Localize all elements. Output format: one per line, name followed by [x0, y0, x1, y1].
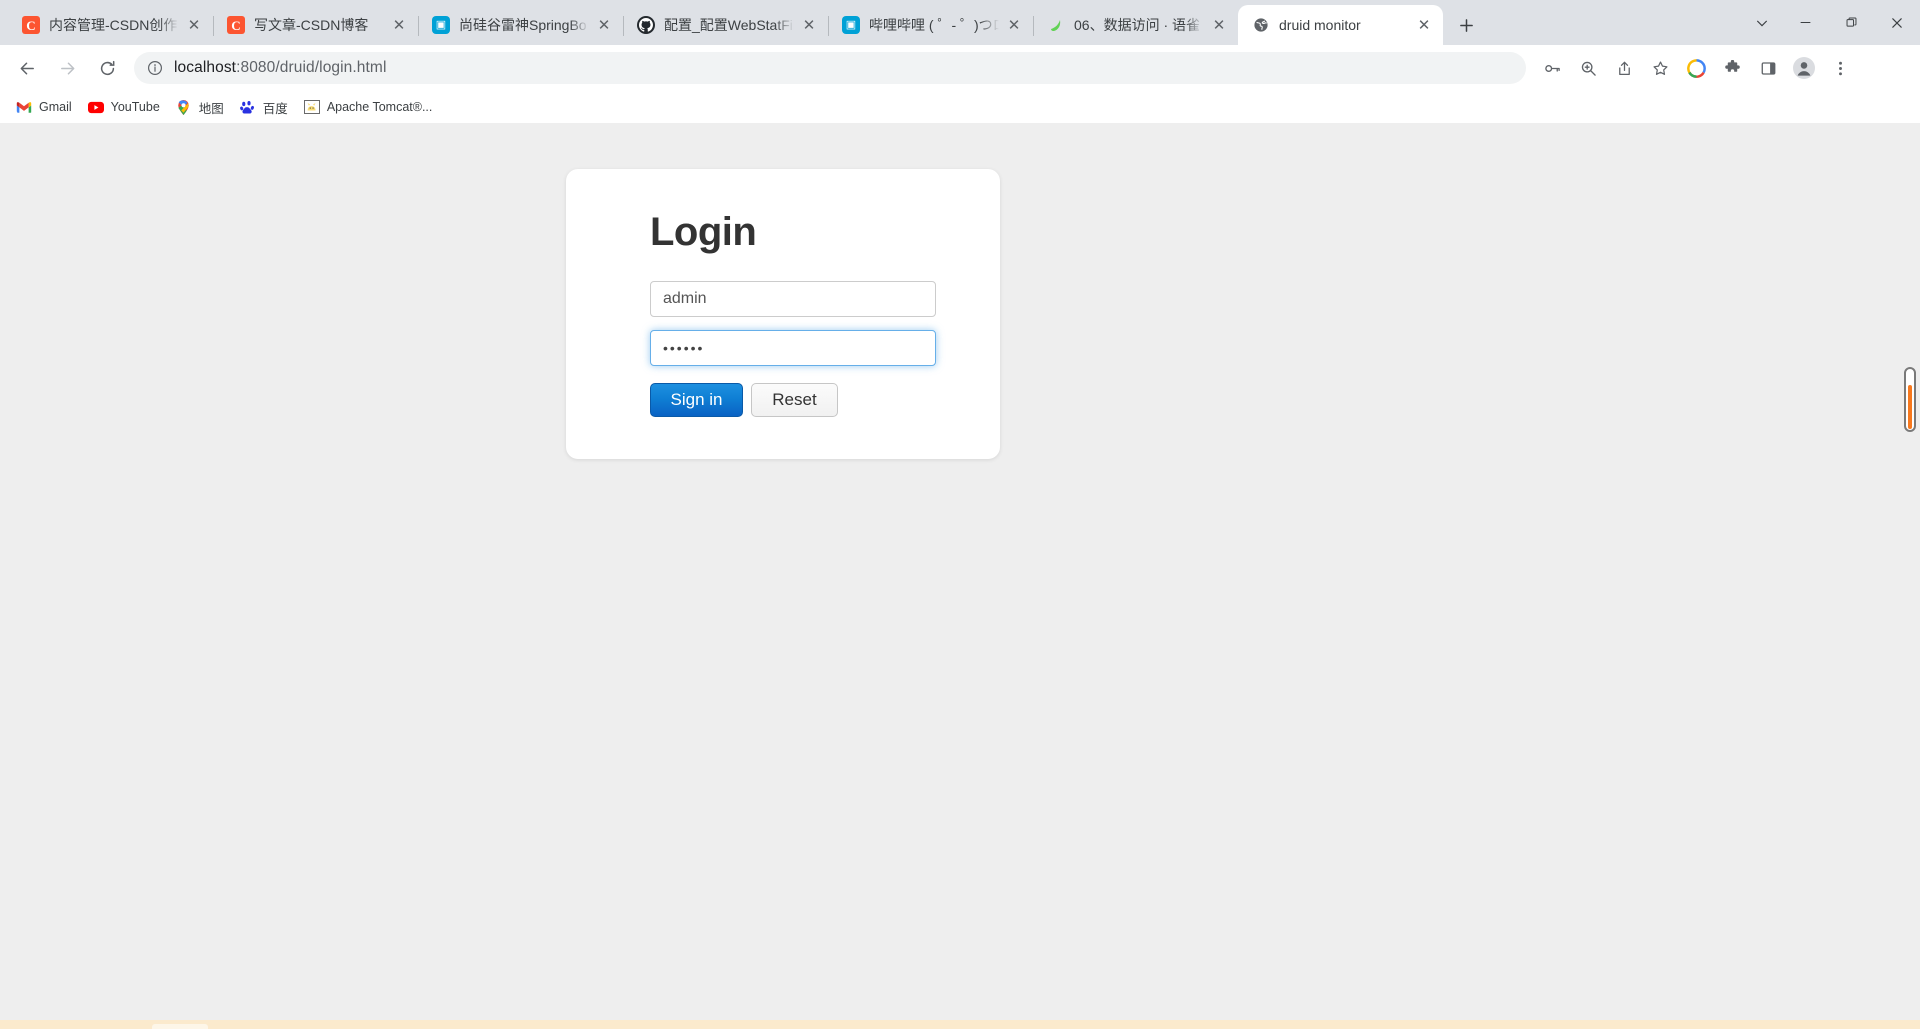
browser-tab-6-active[interactable]: druid monitor ✕ [1238, 5, 1443, 45]
zoom-icon[interactable] [1572, 52, 1604, 84]
bookmark-maps[interactable]: 地图 [168, 94, 232, 120]
browser-tab-0[interactable]: C 内容管理-CSDN创作 ✕ [8, 5, 214, 45]
bookmark-gmail[interactable]: Gmail [8, 94, 80, 120]
close-icon[interactable]: ✕ [798, 14, 820, 36]
window-controls [1742, 0, 1920, 45]
maximize-restore-icon[interactable] [1828, 0, 1874, 45]
tab-title: 内容管理-CSDN创作 [49, 17, 178, 33]
chevron-down-icon[interactable] [1742, 0, 1782, 45]
toolbar-icons [1534, 52, 1858, 84]
close-icon[interactable]: ✕ [388, 14, 410, 36]
url-host: localhost [174, 59, 237, 76]
page-scrollbar[interactable] [1904, 367, 1916, 432]
scrollbar-thumb[interactable] [1908, 385, 1912, 429]
star-icon[interactable] [1644, 52, 1676, 84]
reload-icon[interactable] [90, 51, 124, 85]
bookmark-label: 地图 [198, 101, 224, 116]
reset-button[interactable]: Reset [751, 383, 838, 417]
page-title: Login [650, 210, 757, 254]
tab-title: druid monitor [1279, 17, 1361, 33]
browser-window: C 内容管理-CSDN创作 ✕ C 写文章-CSDN博客 ✕ ▣ 尚硅谷雷神Sp… [0, 0, 1920, 1029]
close-icon[interactable]: ✕ [1208, 14, 1230, 36]
extensions-puzzle-icon[interactable] [1716, 52, 1748, 84]
browser-tab-2[interactable]: ▣ 尚硅谷雷神SpringBo ✕ [418, 5, 624, 45]
bottom-status-strip [0, 1020, 1920, 1029]
sign-in-button[interactable]: Sign in [650, 383, 743, 417]
csdn-icon: C [22, 16, 40, 34]
url-path: :8080/druid/login.html [236, 59, 387, 76]
bottom-nub [152, 1024, 208, 1029]
close-icon[interactable]: ✕ [1413, 14, 1435, 36]
yuque-icon [1047, 16, 1065, 34]
bookmark-tomcat[interactable]: Apache Tomcat®... [296, 94, 441, 120]
close-icon[interactable]: ✕ [593, 14, 615, 36]
csdn-icon: C [227, 16, 245, 34]
browser-toolbar: localhost:8080/druid/login.html [0, 45, 1920, 91]
browser-tab-4[interactable]: ▣ 哔哩哔哩 ( ゜- ゜)つロ ✕ [828, 5, 1034, 45]
tab-title: 哔哩哔哩 ( ゜- ゜)つロ [869, 17, 999, 33]
close-icon[interactable]: ✕ [1003, 14, 1025, 36]
tab-title: 写文章-CSDN博客 [254, 17, 369, 33]
globe-icon [1252, 16, 1270, 34]
page-viewport: Login Sign in Reset [0, 123, 1920, 1029]
password-input[interactable] [650, 330, 936, 366]
github-icon [637, 16, 655, 34]
bookmark-baidu[interactable]: 百度 [232, 94, 296, 120]
profile-avatar-icon[interactable] [1788, 52, 1820, 84]
close-icon[interactable] [1874, 0, 1920, 45]
address-bar[interactable]: localhost:8080/druid/login.html [134, 52, 1526, 84]
tab-title: 配置_配置WebStatFil [664, 17, 794, 33]
new-tab-button[interactable] [1449, 8, 1483, 42]
username-input[interactable] [650, 281, 936, 317]
forward-arrow-icon [50, 51, 84, 85]
browser-tab-5[interactable]: 06、数据访问 · 语雀 ✕ [1033, 5, 1239, 45]
tomcat-icon [303, 99, 320, 115]
info-circle-icon[interactable] [146, 59, 164, 77]
youtube-icon [87, 99, 104, 115]
key-icon[interactable] [1536, 52, 1568, 84]
three-dot-menu-icon[interactable] [1824, 52, 1856, 84]
browser-tab-3[interactable]: 配置_配置WebStatFil ✕ [623, 5, 829, 45]
gmail-icon [16, 99, 32, 115]
bookmark-label: Gmail [39, 100, 72, 114]
login-card: Login Sign in Reset [566, 169, 1000, 459]
share-icon[interactable] [1608, 52, 1640, 84]
bilibili-icon: ▣ [842, 16, 860, 34]
login-button-row: Sign in Reset [650, 383, 1000, 417]
bookmark-label: Apache Tomcat®... [326, 100, 433, 114]
tab-title: 尚硅谷雷神SpringBo [459, 17, 587, 33]
baidu-icon [240, 99, 256, 115]
google-maps-icon [176, 99, 192, 115]
tab-title: 06、数据访问 · 语雀 [1074, 17, 1201, 33]
bookmark-label: 百度 [262, 101, 288, 116]
chrome-ring-icon[interactable] [1680, 52, 1712, 84]
bookmark-label: YouTube [110, 100, 160, 114]
browser-tab-1[interactable]: C 写文章-CSDN博客 ✕ [213, 5, 419, 45]
login-form [650, 281, 1000, 366]
minimize-icon[interactable] [1782, 0, 1828, 45]
address-bar-url: localhost:8080/druid/login.html [174, 59, 386, 77]
side-panel-icon[interactable] [1752, 52, 1784, 84]
close-icon[interactable]: ✕ [183, 14, 205, 36]
bookmark-youtube[interactable]: YouTube [80, 94, 168, 120]
bookmarks-bar: Gmail YouTube 地图 百度 Apache Tomcat®... [0, 91, 1920, 123]
bilibili-icon: ▣ [432, 16, 450, 34]
back-arrow-icon[interactable] [10, 51, 44, 85]
tab-strip: C 内容管理-CSDN创作 ✕ C 写文章-CSDN博客 ✕ ▣ 尚硅谷雷神Sp… [0, 0, 1920, 45]
